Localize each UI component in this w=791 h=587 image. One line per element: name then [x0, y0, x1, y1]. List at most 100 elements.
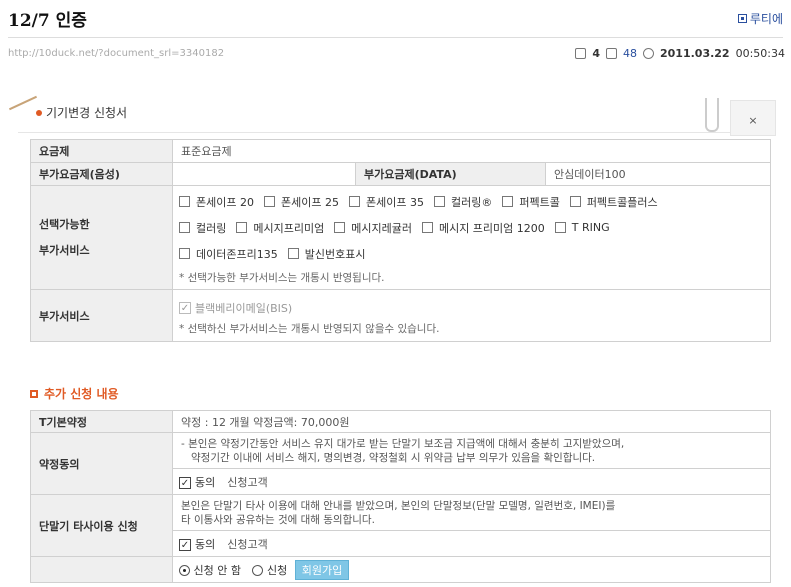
- form-title-text: 기기변경 신청서: [46, 106, 128, 120]
- option-phonesafe-25[interactable]: 폰세이프 25: [263, 194, 339, 210]
- bullet-icon: [36, 109, 42, 116]
- share-check-row: ✓ 동의 신청고객: [172, 530, 771, 557]
- option-datazone-free-135[interactable]: 데이터존프리135: [179, 246, 278, 262]
- plan-label: 요금제: [30, 139, 173, 163]
- agree-text: - 본인은 약정기간동안 서비스 유지 대가로 받는 단말기 보조금 지급액에 …: [172, 432, 771, 469]
- agree-checkbox[interactable]: ✓: [179, 476, 191, 489]
- checkbox[interactable]: [263, 196, 275, 207]
- post-time: 00:50:34: [735, 47, 785, 60]
- close-button[interactable]: ×: [730, 100, 776, 136]
- document-url[interactable]: http://10duck.net/?document_srl=3340182: [8, 48, 224, 59]
- option-phonesafe-20[interactable]: 폰세이프 20: [179, 194, 254, 210]
- agree-check-row: ✓ 동의 신청고객: [172, 468, 771, 495]
- square-icon: [737, 14, 747, 23]
- checkbox[interactable]: [348, 196, 360, 207]
- option-phonesafe-35[interactable]: 폰세이프 35: [348, 194, 424, 210]
- contract-label: T기본약정: [30, 410, 173, 433]
- checkbox[interactable]: [334, 222, 346, 233]
- agree-text-line: - 본인은 약정기간동안 서비스 유지 대가로 받는 단말기 보조금 지급액에 …: [181, 437, 625, 450]
- option-label: 메시지프리미엄: [253, 221, 325, 235]
- radio-apply[interactable]: [252, 565, 264, 576]
- agree-customer: 신청고객: [227, 475, 268, 489]
- radio-row: 신청 안 함 신청 회원가입: [172, 556, 771, 583]
- checkbox[interactable]: [433, 196, 445, 207]
- divider: [8, 37, 783, 38]
- option-label: 컬러링: [196, 221, 227, 235]
- checkbox[interactable]: [287, 248, 299, 259]
- agree-text-line: 약정기간 이내에 서비스 해지, 명의변경, 약정철회 시 위약금 납부 의무가…: [191, 451, 596, 464]
- option-label: 폰세이프 20: [196, 195, 254, 209]
- checkbox-checked-disabled: ✓: [179, 302, 191, 314]
- option-label: 데이터존프리135: [196, 247, 278, 261]
- share-text-line: 본인은 단말기 타사 이용에 대해 안내를 받았으며, 본인의 단말정보(단말 …: [181, 499, 616, 512]
- addon-data-value: 안심데이터100: [545, 162, 771, 186]
- checkbox[interactable]: [236, 222, 248, 233]
- option-message-premium-1200[interactable]: 메시지 프리미엄 1200: [421, 220, 545, 236]
- share-label: 단말기 타사이용 신청: [30, 494, 173, 557]
- checkbox[interactable]: [569, 196, 581, 207]
- document-icon: [606, 48, 617, 59]
- option-label: T RING: [571, 221, 610, 234]
- addon-data-label: 부가요금제(DATA): [355, 162, 546, 186]
- option-blackberry-email: ✓ 블랙베리이메일(BIS): [179, 300, 292, 316]
- checkbox[interactable]: [502, 196, 514, 207]
- option-coloring[interactable]: 컬러링: [179, 220, 226, 236]
- option-t-ring[interactable]: T RING: [554, 220, 610, 236]
- page-title: 12/7 인증: [8, 11, 87, 31]
- checkbox[interactable]: [421, 222, 433, 233]
- radio-apply-label: 신청: [266, 563, 288, 577]
- comment-count: 4: [592, 47, 600, 60]
- addon-services-label: 부가서비스: [30, 289, 173, 342]
- checkbox[interactable]: [179, 248, 190, 259]
- post-date: 2011.03.22: [660, 47, 730, 60]
- option-perfectcall[interactable]: 퍼펙트콜: [502, 194, 560, 210]
- option-label: 블랙베리이메일(BIS): [195, 302, 293, 315]
- share-customer: 신청고객: [227, 537, 268, 551]
- share-text: 본인은 단말기 타사 이용에 대해 안내를 받았으며, 본인의 단말정보(단말 …: [172, 494, 771, 531]
- agree-check-label: 동의: [195, 475, 216, 489]
- extra-section-title-text: 추가 신청 내용: [44, 387, 119, 401]
- blank-label: [30, 556, 173, 583]
- option-label: 메시지레귤러: [351, 221, 412, 235]
- selectable-label-2: 부가서비스: [39, 243, 90, 257]
- decor-line: [8, 95, 38, 111]
- option-label: 폰세이프 35: [365, 195, 424, 209]
- agree-label: 약정동의: [30, 432, 173, 495]
- share-checkbox[interactable]: ✓: [179, 538, 191, 551]
- plan-value: 표준요금제: [172, 139, 771, 163]
- extra-section-title: 추가 신청 내용: [30, 385, 119, 402]
- checkbox[interactable]: [179, 222, 190, 233]
- square-icon: [30, 389, 38, 398]
- checkbox[interactable]: [554, 222, 566, 233]
- form-header: 기기변경 신청서 ×: [8, 88, 776, 136]
- addon-voice-label: 부가요금제(음성): [30, 162, 173, 186]
- form-table: 요금제 표준요금제 부가요금제(음성) 부가요금제(DATA) 안심데이터100…: [30, 139, 771, 342]
- radio-not-apply-label: 신청 안 함: [193, 563, 241, 577]
- option-label: 발신번호표시: [304, 247, 366, 261]
- share-text-line: 타 이통사와 공유하는 것에 대해 동의합니다.: [181, 513, 375, 526]
- selectable-services: 폰세이프 20 폰세이프 25 폰세이프 35 컬러링® 퍼펙트콜 퍼펙트콜플러…: [172, 185, 771, 290]
- radio-not-apply[interactable]: [179, 565, 190, 576]
- post-meta: 4 48 2011.03.22 00:50:34: [575, 47, 785, 60]
- option-message-premium[interactable]: 메시지프리미엄: [236, 220, 324, 236]
- selectable-note: * 선택가능한 부가서비스는 개통시 반영됩니다.: [179, 271, 385, 284]
- share-check-label: 동의: [195, 537, 216, 551]
- view-count: 48: [623, 47, 637, 60]
- clock-icon: [643, 48, 654, 59]
- addon-services: ✓ 블랙베리이메일(BIS) * 선택하신 부가서비스는 개통시 반영되지 않을수…: [172, 289, 771, 342]
- option-label: 폰세이프 25: [280, 195, 339, 209]
- join-button[interactable]: 회원가입: [294, 559, 350, 580]
- addon-note: * 선택하신 부가서비스는 개통시 반영되지 않을수 있습니다.: [179, 323, 440, 335]
- option-caller-id[interactable]: 발신번호표시: [287, 246, 366, 262]
- extra-table: T기본약정 약정 : 12 개월 약정금액: 70,000원 약정동의 - 본인…: [30, 410, 771, 583]
- option-perfectcall-plus[interactable]: 퍼펙트콜플러스: [569, 194, 658, 210]
- selectable-label-1: 선택가능한: [39, 217, 90, 231]
- option-coloring-r[interactable]: 컬러링®: [433, 194, 492, 210]
- addon-voice-value: [172, 162, 356, 186]
- contract-value: 약정 : 12 개월 약정금액: 70,000원: [172, 410, 771, 433]
- ruti-link[interactable]: 루티에: [737, 10, 783, 27]
- option-label: 메시지 프리미엄 1200: [438, 221, 545, 235]
- option-message-regular[interactable]: 메시지레귤러: [334, 220, 412, 236]
- ruti-link-label: 루티에: [749, 12, 783, 26]
- checkbox[interactable]: [179, 196, 190, 207]
